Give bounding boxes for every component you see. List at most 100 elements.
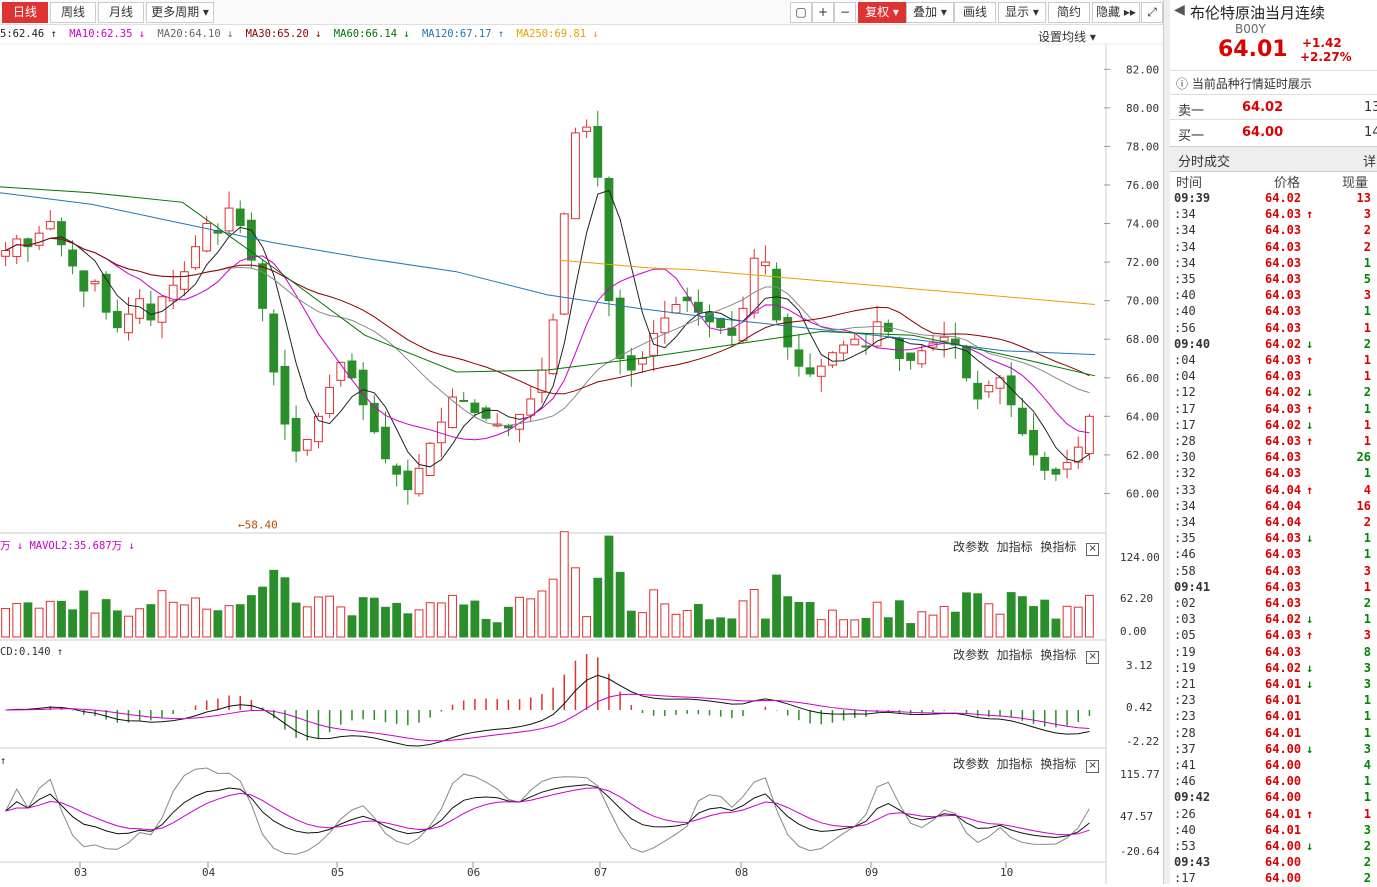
col-time: 时间 xyxy=(1176,176,1203,191)
volume-bar xyxy=(939,605,949,638)
volume-bar xyxy=(705,619,714,638)
tick-time: :35 xyxy=(1174,272,1196,286)
tick-price: 64.03 xyxy=(1265,547,1302,562)
kdj-k-line xyxy=(5,784,1090,839)
volume-bar xyxy=(325,595,335,638)
tick-row: :19 64.03 8 xyxy=(1170,645,1377,661)
volume-bar xyxy=(548,578,558,638)
tick-volume: 2 xyxy=(1363,239,1371,254)
candle-body xyxy=(593,126,603,178)
candle-body xyxy=(626,355,636,371)
tick-time: :17 xyxy=(1174,417,1196,432)
back-icon[interactable]: ◀ xyxy=(1174,2,1185,18)
x-tick-label: 08 xyxy=(735,866,748,879)
edit-params-button[interactable]: 改参数 xyxy=(953,757,989,771)
kdj-tick-label: 115.77 xyxy=(1120,768,1160,781)
tick-volume: 1 xyxy=(1363,304,1371,319)
volume-bar xyxy=(213,610,223,638)
tick-arrow: ↓ xyxy=(1306,612,1314,627)
candle-body xyxy=(191,246,200,269)
volume-tick-label: 124.00 xyxy=(1120,551,1160,564)
edit-params-button[interactable]: 改参数 xyxy=(953,648,989,662)
volume-bar xyxy=(660,603,670,638)
price-change: +1.42 xyxy=(1302,36,1342,50)
tick-arrow: ↓ xyxy=(1306,336,1314,351)
tick-time: :03 xyxy=(1174,612,1196,627)
tick-price: 64.00 xyxy=(1265,741,1302,756)
tick-time: :21 xyxy=(1174,677,1196,691)
price-tick-label: 66.00 xyxy=(1126,372,1159,385)
candle-body xyxy=(1029,429,1038,456)
tick-row: :56 64.03 1 xyxy=(1170,321,1377,337)
tick-price: 64.04 xyxy=(1265,515,1302,529)
edit-params-button[interactable]: 改参数 xyxy=(953,540,989,554)
tick-time: :34 xyxy=(1174,207,1196,222)
add-indicator-button[interactable]: 加指标 xyxy=(997,757,1033,771)
volume-bar xyxy=(492,622,502,638)
close-icon[interactable]: × xyxy=(1086,543,1100,556)
volume-bar xyxy=(638,612,647,638)
tick-price: 64.04 xyxy=(1265,482,1302,497)
tick-time: :53 xyxy=(1174,839,1196,853)
candle-body xyxy=(850,338,860,346)
tick-price: 64.02 xyxy=(1265,660,1302,675)
switch-indicator-button[interactable]: 换指标 xyxy=(1040,540,1076,554)
volume-bar xyxy=(481,618,491,638)
tick-row: :40 64.03 1 xyxy=(1170,304,1377,320)
switch-indicator-button[interactable]: 换指标 xyxy=(1040,648,1076,662)
candle-body xyxy=(515,413,524,430)
tick-row: :02 64.03 2 xyxy=(1170,596,1377,612)
add-indicator-button[interactable]: 加指标 xyxy=(997,648,1033,662)
volume-bar xyxy=(459,604,469,638)
tick-row: :17 64.00 2 xyxy=(1170,871,1377,887)
tick-volume: 3 xyxy=(1363,207,1371,222)
close-icon[interactable]: × xyxy=(1086,651,1100,664)
volume-bar xyxy=(291,602,301,638)
x-tick-label: 10 xyxy=(1000,866,1013,879)
tick-row: :58 64.03 3 xyxy=(1170,564,1377,580)
volume-bar xyxy=(202,608,212,638)
volume-bar xyxy=(258,586,267,638)
volume-bar xyxy=(559,531,569,638)
volume-bar xyxy=(191,597,200,638)
volume-bar xyxy=(1017,596,1027,638)
volume-bar xyxy=(101,599,111,638)
tick-arrow: ↑ xyxy=(1306,434,1314,448)
tick-row: :40 64.03 3 xyxy=(1170,288,1377,304)
tick-time: :46 xyxy=(1174,774,1196,789)
candle-body xyxy=(749,257,759,314)
volume-bar xyxy=(883,617,893,638)
kdj-d-line xyxy=(5,787,1090,836)
macd-panel-actions: 改参数 加指标 换指标 × xyxy=(953,646,1100,664)
tick-volume: 3 xyxy=(1363,628,1371,643)
tick-price: 64.00 xyxy=(1265,758,1302,772)
switch-indicator-button[interactable]: 换指标 xyxy=(1040,757,1076,771)
candle-body xyxy=(414,467,424,495)
volume-bar xyxy=(34,607,44,638)
candle-body xyxy=(615,297,625,359)
price-tick-label: 60.00 xyxy=(1126,487,1159,500)
add-indicator-button[interactable]: 加指标 xyxy=(997,540,1033,554)
tick-price: 64.00 xyxy=(1265,871,1302,886)
volume-bar xyxy=(414,609,424,638)
tick-price: 64.03 xyxy=(1265,434,1302,448)
volume-bar xyxy=(626,610,636,638)
tick-row: :23 64.01 1 xyxy=(1170,709,1377,725)
tick-time: :02 xyxy=(1174,596,1196,610)
tick-price: 64.03 xyxy=(1265,579,1302,594)
close-icon[interactable]: × xyxy=(1086,760,1100,773)
tick-arrow: ↓ xyxy=(1306,677,1314,691)
tick-price: 64.03 xyxy=(1265,466,1302,481)
volume-bar xyxy=(235,604,245,638)
tick-price: 64.01 xyxy=(1265,693,1302,708)
tick-row: :34 64.03 2 xyxy=(1170,223,1377,239)
volume-bar xyxy=(671,613,681,638)
candle-body xyxy=(381,426,390,460)
detail-button[interactable]: 详 xyxy=(1363,151,1376,170)
volume-bar xyxy=(45,600,55,638)
volume-bar xyxy=(1062,605,1072,638)
tick-time: :34 xyxy=(1174,239,1196,254)
tick-price: 64.03 xyxy=(1265,596,1302,610)
divider xyxy=(1170,119,1377,120)
macd-tick-label: -2.22 xyxy=(1126,735,1159,748)
